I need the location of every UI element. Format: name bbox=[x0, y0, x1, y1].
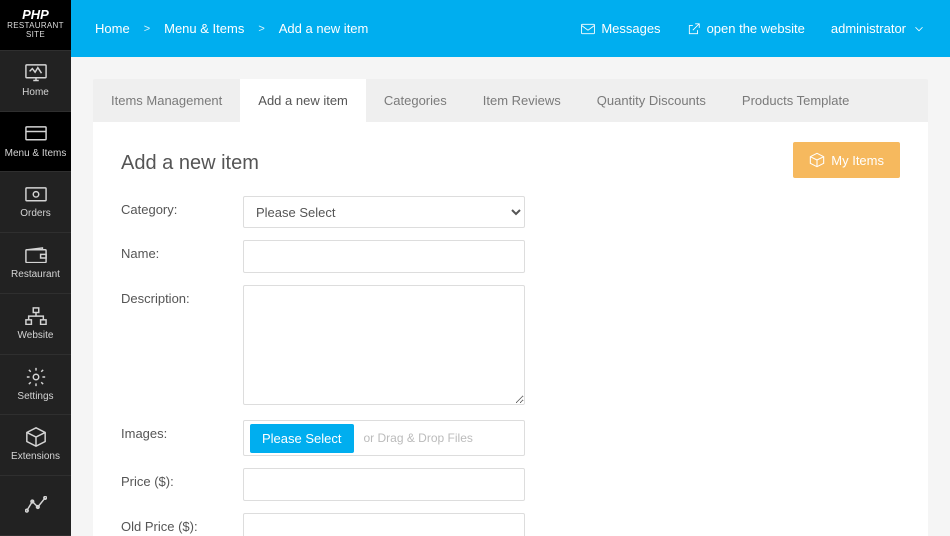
sidebar-item-analytics[interactable] bbox=[0, 475, 71, 536]
images-dropzone[interactable]: Please Select or Drag & Drop Files bbox=[243, 420, 525, 456]
sidebar-item-label: Website bbox=[18, 330, 54, 341]
breadcrumb-home[interactable]: Home bbox=[95, 21, 130, 36]
description-label: Description: bbox=[121, 285, 243, 306]
tab-products-template[interactable]: Products Template bbox=[724, 79, 867, 122]
logo: PHP RESTAURANT SITE bbox=[0, 0, 71, 50]
analytics-icon bbox=[25, 497, 47, 515]
chevron-down-icon bbox=[912, 22, 926, 36]
breadcrumb: Home > Menu & Items > Add a new item bbox=[95, 21, 368, 36]
open-website-link[interactable]: open the website bbox=[687, 21, 805, 36]
tab-quantity-discounts[interactable]: Quantity Discounts bbox=[579, 79, 724, 122]
tab-add-new-item[interactable]: Add a new item bbox=[240, 79, 366, 122]
external-link-icon bbox=[687, 22, 701, 36]
open-website-label: open the website bbox=[707, 21, 805, 36]
sidebar-item-label: Home bbox=[22, 87, 49, 98]
category-select[interactable]: Please Select bbox=[243, 196, 525, 228]
my-items-label: My Items bbox=[831, 153, 884, 168]
sidebar-item-extensions[interactable]: Extensions bbox=[0, 414, 71, 475]
monitor-icon bbox=[25, 64, 47, 82]
my-items-button[interactable]: My Items bbox=[793, 142, 900, 178]
sitemap-icon bbox=[25, 307, 47, 325]
sidebar-item-label: Extensions bbox=[11, 451, 60, 462]
name-label: Name: bbox=[121, 240, 243, 261]
sidebar-item-label: Restaurant bbox=[11, 269, 60, 280]
sidebar-item-label: Menu & Items bbox=[5, 148, 67, 159]
logo-line1: PHP bbox=[2, 8, 69, 22]
topbar-right: Messages open the website administrator bbox=[581, 21, 926, 36]
money-icon bbox=[25, 185, 47, 203]
gear-icon bbox=[25, 368, 47, 386]
messages-label: Messages bbox=[601, 21, 660, 36]
logo-line3: SITE bbox=[2, 31, 69, 40]
tab-categories[interactable]: Categories bbox=[366, 79, 465, 122]
cube-icon bbox=[809, 152, 825, 168]
tab-items-management[interactable]: Items Management bbox=[93, 79, 240, 122]
page-title: Add a new item bbox=[121, 152, 259, 175]
name-input[interactable] bbox=[243, 240, 525, 273]
breadcrumb-add-item[interactable]: Add a new item bbox=[279, 21, 369, 36]
messages-link[interactable]: Messages bbox=[581, 21, 660, 36]
price-input[interactable] bbox=[243, 468, 525, 501]
cube-icon bbox=[25, 428, 47, 446]
sidebar-item-menu-items[interactable]: Menu & Items bbox=[0, 111, 71, 172]
category-label: Category: bbox=[121, 196, 243, 217]
wallet-icon bbox=[25, 246, 47, 264]
card-icon bbox=[25, 125, 47, 143]
mail-icon bbox=[581, 22, 595, 36]
tabs: Items Management Add a new item Categori… bbox=[93, 79, 928, 122]
sidebar-item-orders[interactable]: Orders bbox=[0, 171, 71, 232]
sidebar-item-restaurant[interactable]: Restaurant bbox=[0, 232, 71, 293]
images-hint: or Drag & Drop Files bbox=[364, 431, 473, 445]
sidebar-item-settings[interactable]: Settings bbox=[0, 354, 71, 415]
content: Items Management Add a new item Categori… bbox=[71, 57, 950, 536]
breadcrumb-menu-items[interactable]: Menu & Items bbox=[164, 21, 244, 36]
sidebar-item-label: Settings bbox=[17, 391, 53, 402]
sidebar-item-home[interactable]: Home bbox=[0, 50, 71, 111]
user-menu[interactable]: administrator bbox=[831, 21, 926, 36]
breadcrumb-sep: > bbox=[258, 23, 264, 35]
sidebar: PHP RESTAURANT SITE Home Menu & Items Or… bbox=[0, 0, 71, 536]
breadcrumb-sep: > bbox=[144, 23, 150, 35]
images-label: Images: bbox=[121, 420, 243, 441]
description-textarea[interactable] bbox=[243, 285, 525, 405]
images-select-button[interactable]: Please Select bbox=[250, 424, 354, 453]
old-price-label: Old Price ($): bbox=[121, 513, 243, 534]
sidebar-item-label: Orders bbox=[20, 208, 51, 219]
old-price-input[interactable] bbox=[243, 513, 525, 536]
sidebar-item-website[interactable]: Website bbox=[0, 293, 71, 354]
topbar: Home > Menu & Items > Add a new item Mes… bbox=[71, 0, 950, 57]
panel: Add a new item My Items Category: Please… bbox=[93, 122, 928, 536]
main: Home > Menu & Items > Add a new item Mes… bbox=[71, 0, 950, 536]
tab-item-reviews[interactable]: Item Reviews bbox=[465, 79, 579, 122]
user-label: administrator bbox=[831, 21, 906, 36]
price-label: Price ($): bbox=[121, 468, 243, 489]
